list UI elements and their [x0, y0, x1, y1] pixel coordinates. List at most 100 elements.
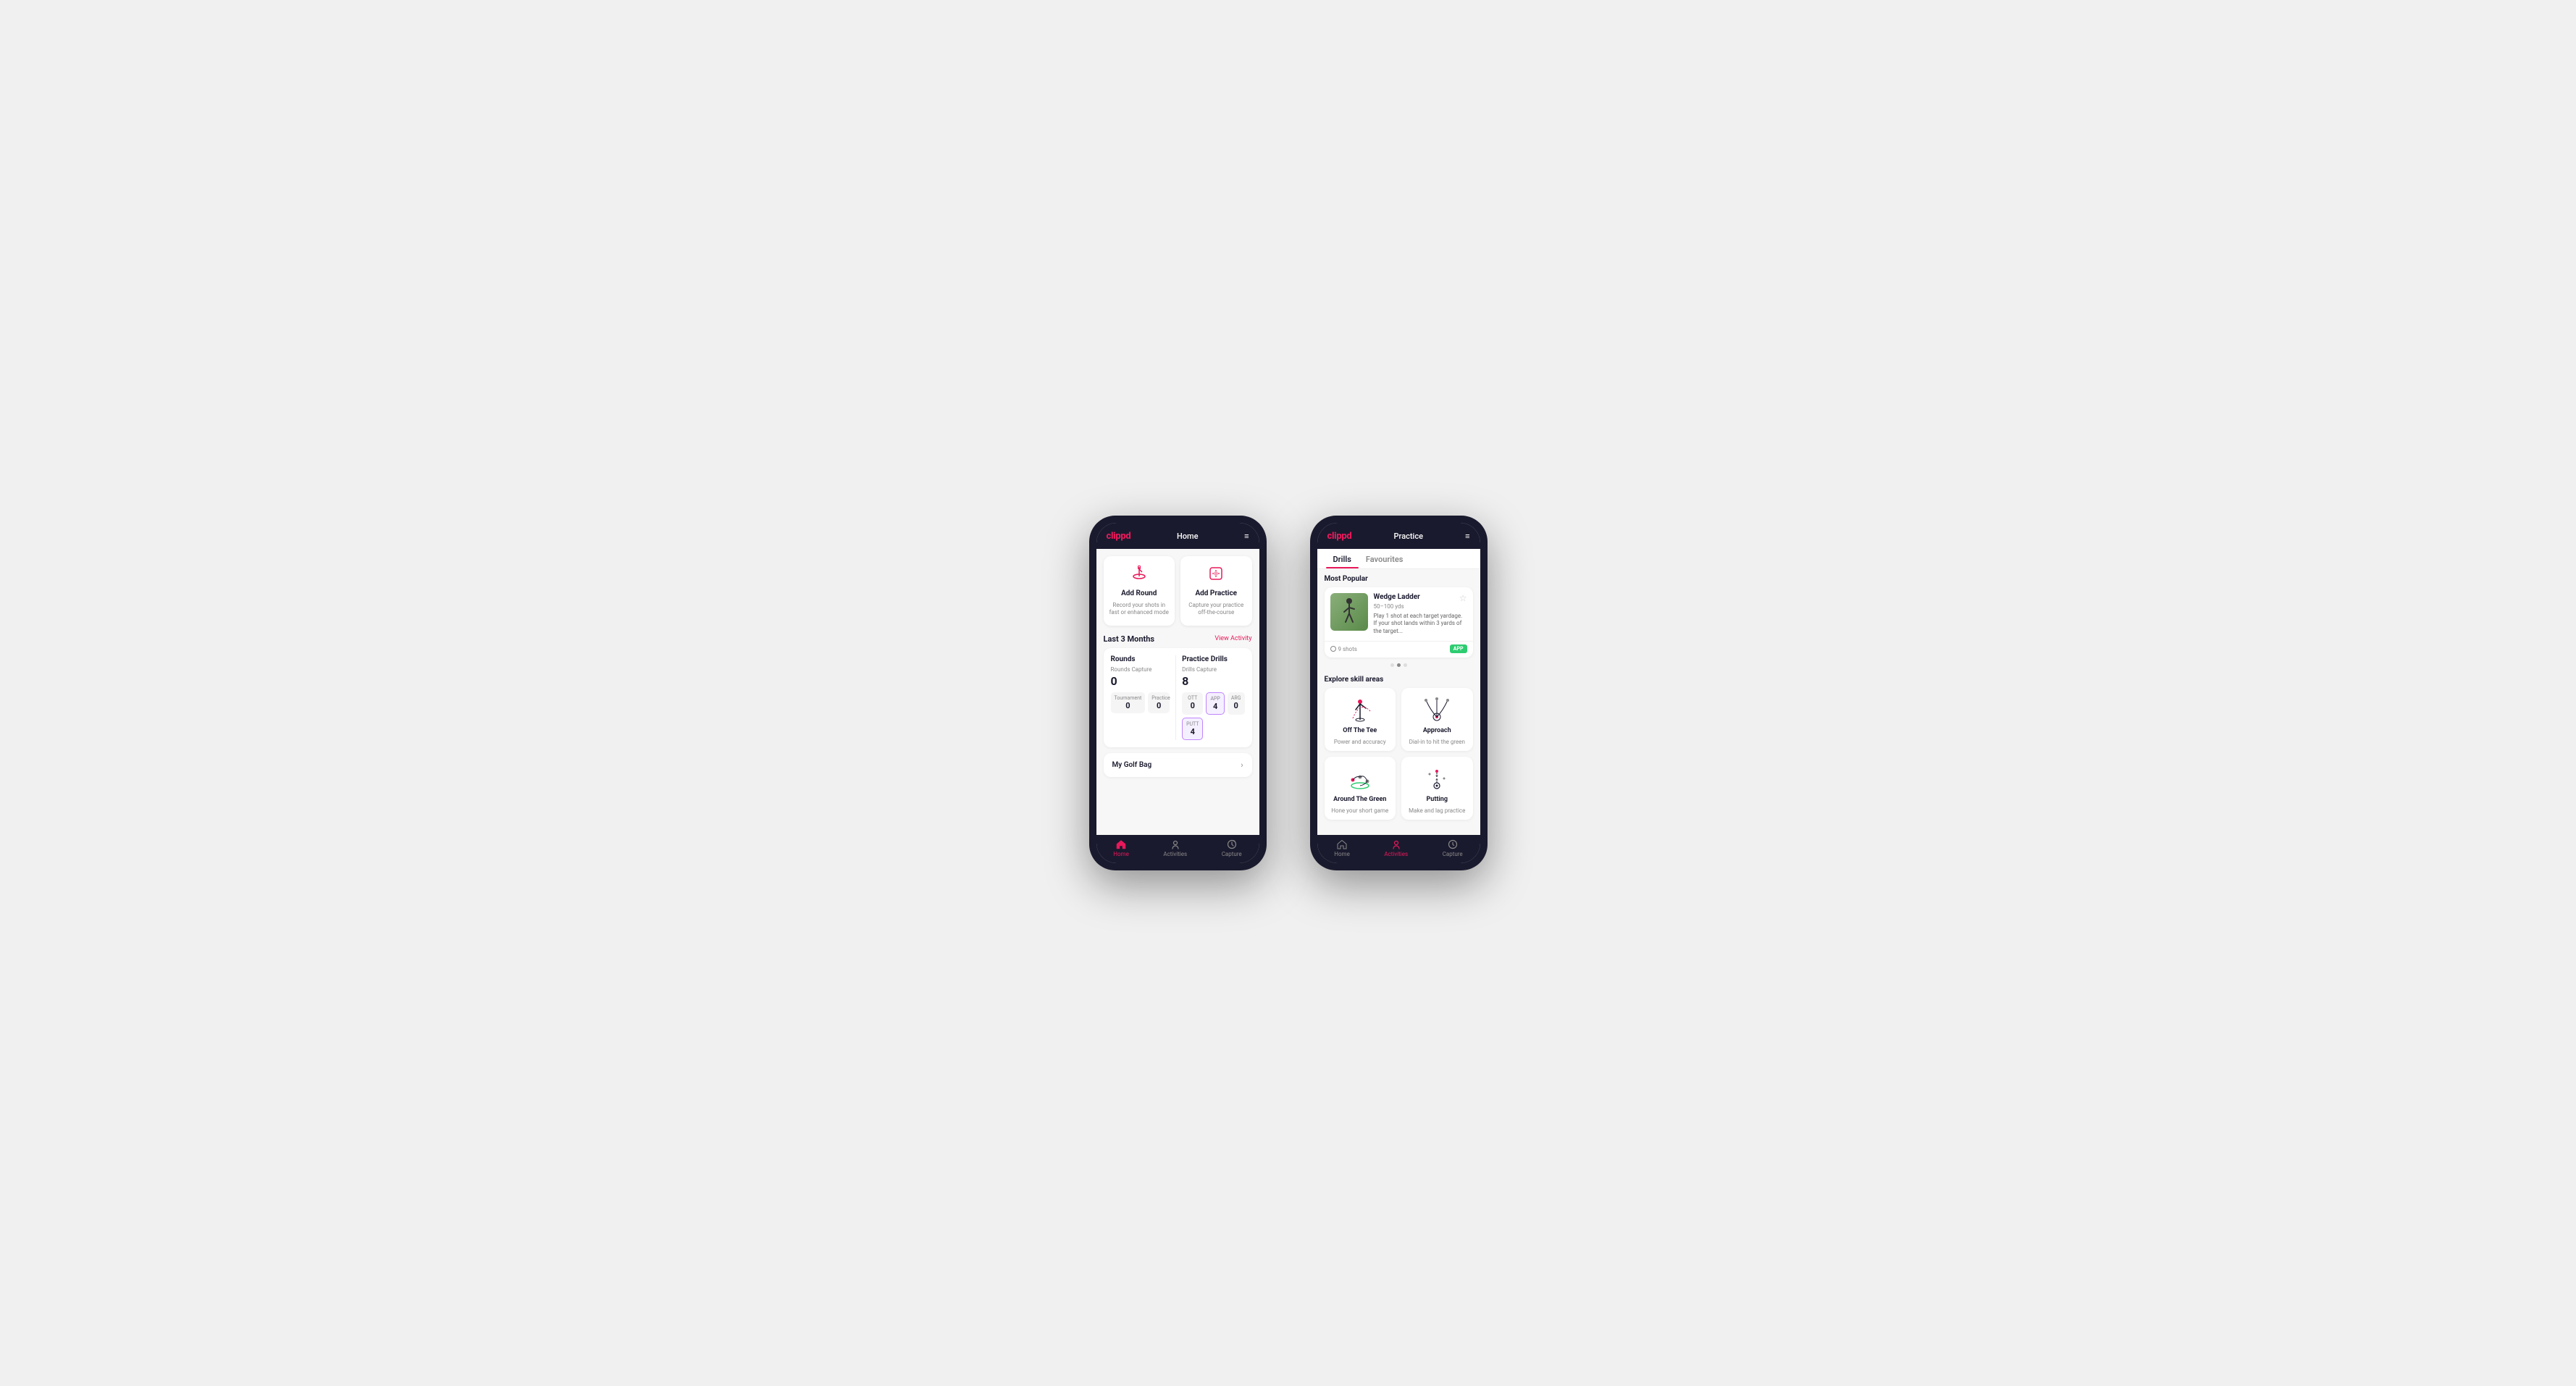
putt-value: 4: [1186, 727, 1199, 736]
approach-desc: Dial-in to hit the green: [1409, 739, 1465, 745]
nav-capture-label: Capture: [1222, 851, 1242, 857]
practice-nav-home[interactable]: Home: [1334, 839, 1350, 857]
putting-name: Putting: [1426, 796, 1448, 803]
tournament-value: 0: [1115, 701, 1142, 710]
app-stat: APP 4: [1206, 692, 1224, 715]
add-practice-desc: Capture your practice off-the-course: [1186, 602, 1246, 617]
drill-card-inner: Wedge Ladder ☆ 50–100 yds Play 1 shot at…: [1325, 587, 1473, 641]
shots-label: 9 shots: [1330, 646, 1357, 652]
dot-2: [1397, 663, 1401, 667]
practice-stat: Practice 0: [1148, 692, 1170, 713]
practice-bottom-nav: Home Activities Capture: [1317, 835, 1480, 863]
explore-title: Explore skill areas: [1317, 673, 1480, 688]
home-title: Home: [1177, 532, 1199, 541]
nav-capture[interactable]: Capture: [1222, 839, 1242, 857]
phone-home: clippd Home ≡: [1089, 516, 1267, 870]
around-the-green-name: Around The Green: [1333, 796, 1386, 803]
most-popular-title: Most Popular: [1317, 569, 1480, 587]
tournament-label: Tournament: [1115, 695, 1142, 701]
skill-around-the-green[interactable]: Around The Green Hone your short game: [1325, 757, 1396, 820]
app-value: 4: [1210, 702, 1220, 711]
menu-icon[interactable]: ≡: [1244, 532, 1249, 540]
action-cards-container: Add Round Record your shots in fast or e…: [1096, 549, 1259, 631]
tournament-stat: Tournament 0: [1111, 692, 1146, 713]
drill-desc: Play 1 shot at each target yardage. If y…: [1374, 613, 1467, 635]
rounds-capture-value: 0: [1111, 674, 1170, 688]
practice-nav-home-label: Home: [1334, 851, 1350, 857]
add-round-card[interactable]: Add Round Record your shots in fast or e…: [1104, 556, 1175, 626]
app-logo: clippd: [1107, 531, 1131, 542]
drill-footer: 9 shots APP: [1325, 641, 1473, 658]
stats-row: Rounds Rounds Capture 0 Tournament 0 Pra…: [1111, 655, 1245, 740]
practice-title: Practice: [1394, 532, 1424, 541]
home-screen: clippd Home ≡: [1096, 523, 1259, 863]
ott-label: OTT: [1186, 695, 1199, 701]
nav-home-label: Home: [1113, 851, 1129, 857]
tab-drills[interactable]: Drills: [1326, 549, 1359, 568]
home-bottom-nav: Home Activities Capture: [1096, 835, 1259, 863]
home-icon: [1116, 839, 1126, 849]
drills-sub-grid: OTT 0 APP 4 ARG 0: [1182, 692, 1244, 740]
approach-name: Approach: [1423, 727, 1451, 734]
putt-stat: PUTT 4: [1182, 718, 1203, 740]
practice-home-icon: [1337, 839, 1347, 849]
star-icon[interactable]: ☆: [1459, 593, 1467, 603]
practice-nav-activities-label: Activities: [1384, 851, 1408, 857]
skill-off-the-tee[interactable]: Off The Tee Power and accuracy: [1325, 688, 1396, 751]
home-header: clippd Home ≡: [1096, 523, 1259, 549]
home-content: Add Round Record your shots in fast or e…: [1096, 549, 1259, 835]
phone-practice: clippd Practice ≡ Drills Favourites Most…: [1310, 516, 1488, 870]
rounds-title: Rounds: [1111, 655, 1170, 663]
off-the-tee-icon: [1346, 697, 1375, 723]
drill-name: Wedge Ladder: [1374, 593, 1420, 601]
drill-image: [1330, 593, 1368, 631]
add-practice-title: Add Practice: [1195, 589, 1237, 597]
nav-activities[interactable]: Activities: [1163, 839, 1187, 857]
golf-bag-label: My Golf Bag: [1112, 761, 1152, 769]
arg-label: ARG: [1231, 695, 1241, 701]
practice-logo: clippd: [1327, 531, 1352, 542]
stats-card: Rounds Rounds Capture 0 Tournament 0 Pra…: [1104, 648, 1252, 747]
practice-tabs: Drills Favourites: [1317, 549, 1480, 569]
golf-bag-row[interactable]: My Golf Bag ›: [1104, 753, 1252, 777]
drills-capture-value: 8: [1182, 674, 1244, 688]
app-badge: APP: [1450, 644, 1467, 653]
drills-capture-label: Drills Capture: [1182, 666, 1244, 673]
practice-label: Practice: [1151, 695, 1166, 701]
putting-icon: [1422, 765, 1451, 791]
skill-grid: Off The Tee Power and accuracy: [1317, 688, 1480, 826]
add-round-icon: [1130, 565, 1148, 585]
skill-putting[interactable]: Putting Make and lag practice: [1401, 757, 1473, 820]
tab-favourites[interactable]: Favourites: [1359, 549, 1411, 568]
add-practice-card[interactable]: Add Practice Capture your practice off-t…: [1180, 556, 1252, 626]
practice-nav-capture[interactable]: Capture: [1443, 839, 1463, 857]
putt-label: PUTT: [1186, 721, 1199, 727]
add-round-title: Add Round: [1121, 589, 1157, 597]
around-the-green-icon: [1346, 765, 1375, 791]
capture-icon: [1227, 839, 1237, 849]
view-activity-link[interactable]: View Activity: [1214, 635, 1251, 642]
activities-icon: [1170, 839, 1180, 849]
practice-menu-icon[interactable]: ≡: [1465, 532, 1469, 540]
drills-column: Practice Drills Drills Capture 8 OTT 0 A…: [1182, 655, 1244, 740]
golfer-svg: [1338, 597, 1360, 626]
off-the-tee-name: Off The Tee: [1343, 727, 1377, 734]
arg-value: 0: [1231, 701, 1241, 710]
add-practice-icon: [1207, 565, 1225, 585]
nav-activities-label: Activities: [1163, 851, 1187, 857]
skill-approach[interactable]: Approach Dial-in to hit the green: [1401, 688, 1473, 751]
practice-nav-activities[interactable]: Activities: [1384, 839, 1408, 857]
last3months-title: Last 3 Months: [1104, 634, 1155, 644]
carousel-dots: [1317, 663, 1480, 667]
drill-card-wedge-ladder[interactable]: Wedge Ladder ☆ 50–100 yds Play 1 shot at…: [1325, 587, 1473, 658]
drill-yardage: 50–100 yds: [1374, 603, 1467, 610]
dot-3: [1404, 663, 1407, 667]
putting-desc: Make and lag practice: [1409, 807, 1465, 814]
practice-header: clippd Practice ≡: [1317, 523, 1480, 549]
practice-content: Most Popular: [1317, 569, 1480, 835]
ott-stat: OTT 0: [1182, 692, 1203, 715]
around-the-green-desc: Hone your short game: [1331, 807, 1388, 814]
practice-drills-title: Practice Drills: [1182, 655, 1244, 663]
nav-home[interactable]: Home: [1113, 839, 1129, 857]
drill-info: Wedge Ladder ☆ 50–100 yds Play 1 shot at…: [1374, 593, 1467, 635]
